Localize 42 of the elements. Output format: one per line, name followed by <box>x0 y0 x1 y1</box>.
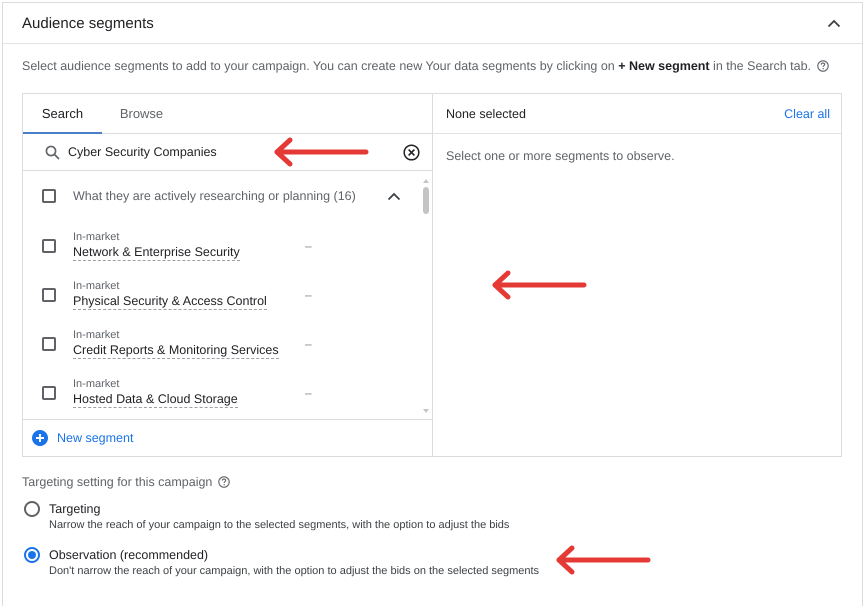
search-icon <box>45 144 60 160</box>
checkbox[interactable] <box>42 238 56 252</box>
checkbox[interactable] <box>42 386 56 400</box>
scrollbar-thumb[interactable] <box>423 187 429 214</box>
collapse-chevron-icon[interactable] <box>387 192 401 200</box>
tab[interactable]: Search <box>23 94 102 134</box>
segment-name: Physical Security & Access Control <box>73 294 267 310</box>
targeting-title: Targeting setting for this campaign <box>22 474 212 490</box>
segment-type: In-market <box>73 328 120 343</box>
group-label: What they are actively researching or planning (16) <box>73 189 357 203</box>
segment-value: – <box>305 238 313 252</box>
checkbox[interactable] <box>42 189 56 203</box>
segment-value: – <box>305 288 313 302</box>
help-icon[interactable] <box>218 476 230 488</box>
clear-all-link[interactable]: Clear all <box>784 106 830 120</box>
option-label: Observation (recommended) <box>49 547 208 563</box>
segment-type: In-market <box>73 279 120 294</box>
clear-search-icon[interactable] <box>403 144 420 160</box>
segment-type: In-market <box>73 377 120 392</box>
description-text: Select audience segments to add to your campaign. You can create new Your data segments by clicking on + New segment in the Search tab. <box>22 58 812 74</box>
segment-name: Credit Reports & Monitoring Services <box>73 343 279 359</box>
section-title: Audience segments <box>22 14 154 32</box>
segment-value: – <box>305 336 313 350</box>
option-description: Narrow the reach of your campaign to the selected segments, with the option to adjust the bids <box>49 518 510 532</box>
checkbox[interactable] <box>42 336 56 350</box>
empty-message: Select one or more segments to observe. <box>446 149 675 163</box>
selection-title: None selected <box>446 106 526 120</box>
search-field[interactable]: Cyber Security Companies <box>68 140 395 164</box>
option-label: Targeting <box>49 501 100 517</box>
option-description: Don't narrow the reach of your campaign, with the option to adjust the bids on the selected segments <box>49 564 540 578</box>
checkbox[interactable] <box>42 288 56 302</box>
segment-value: – <box>305 386 313 400</box>
new-segment-link[interactable]: New segment <box>57 431 134 445</box>
segment-type: In-market <box>73 230 120 245</box>
help-icon[interactable] <box>817 60 830 72</box>
collapse-chevron-icon[interactable] <box>827 18 841 28</box>
segment-name: Network & Enterprise Security <box>73 245 240 261</box>
radio-button[interactable] <box>24 547 40 563</box>
tab[interactable]: Browse <box>102 94 181 134</box>
radio-button[interactable] <box>24 501 40 517</box>
segment-name: Hosted Data & Cloud Storage <box>73 392 238 408</box>
add-circle-icon[interactable] <box>32 430 48 446</box>
